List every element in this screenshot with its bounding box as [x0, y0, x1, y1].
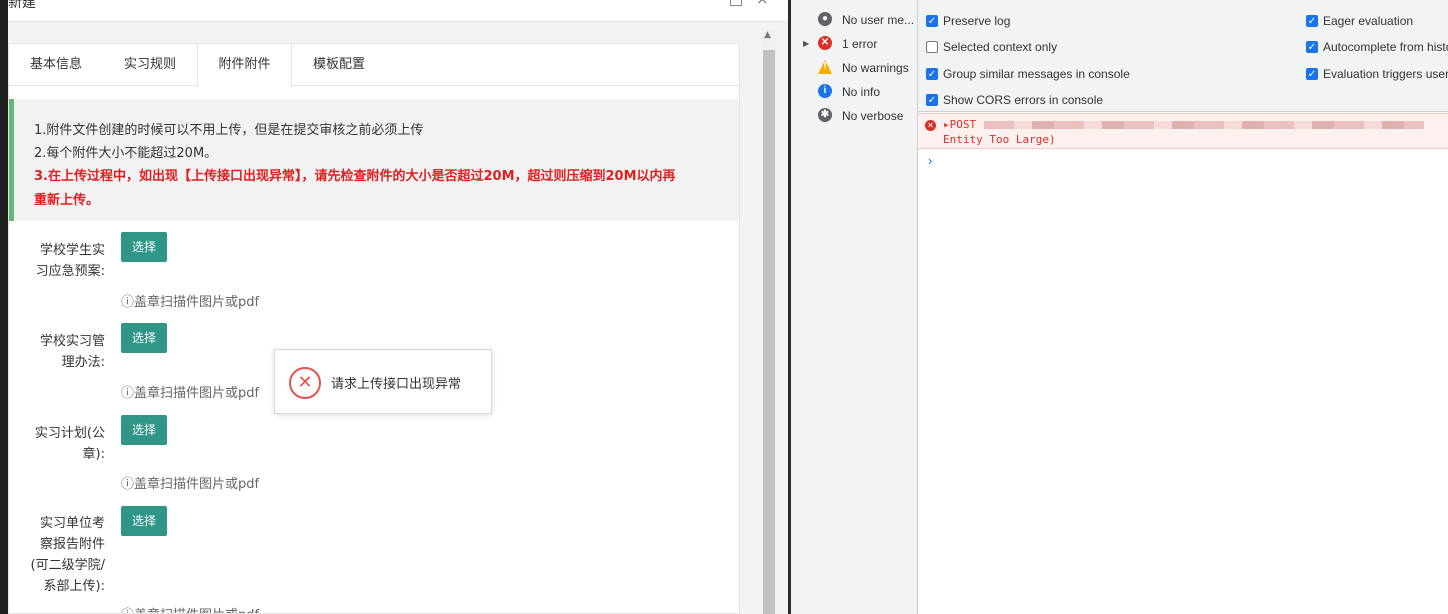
error-message-line: Entity Too Large) [943, 133, 1056, 146]
field-hint: ⓘ盖章扫描件图片或pdf [121, 386, 260, 401]
console-error-row[interactable]: ✕ ▸POST Entity Too Large) [918, 113, 1448, 149]
tab-basic-info[interactable]: 基本信息 [9, 44, 103, 86]
error-icon: ✕ [925, 120, 936, 131]
field-hint: ⓘ盖章扫描件图片或pdf [121, 604, 259, 613]
field-label-inspection-report: 实习单位考 察报告附件 (可二级学院/ 系部上传): [30, 516, 105, 594]
field-label-emergency-plan: 学校学生实 习应急预案: [35, 243, 105, 279]
check-icon: ✓ [1306, 15, 1318, 27]
field-hint: ⓘ盖章扫描件图片或pdf [121, 295, 260, 310]
notice-line-3-cont: 重新上传。 [34, 193, 100, 208]
sidebar-item-user-messages[interactable]: ● No user me... [791, 8, 918, 32]
bug-icon: ✱ [818, 108, 832, 122]
devtools-console: ● No user me... ▶ ✕ 1 error ! No warning… [791, 0, 1448, 614]
check-icon: ✓ [926, 15, 938, 27]
console-output: ✕ ▸POST Entity Too Large) › [918, 113, 1448, 614]
check-icon: ✓ [926, 68, 938, 80]
console-settings: ✓ Preserve log Selected context only ✓ G… [918, 0, 1448, 112]
check-icon: ✓ [926, 94, 938, 106]
notice-line-2: 2.每个附件大小不能超过20M。 [34, 146, 218, 161]
error-toast: ✕ 请求上传接口出现异常 [274, 349, 492, 414]
user-icon: ● [818, 12, 832, 26]
background-edge [0, 0, 8, 614]
field-label-internship-plan: 实习计划(公 章): [34, 426, 105, 462]
tab-attachments[interactable]: 附件附件 [197, 44, 292, 87]
select-file-button[interactable]: 选择 [121, 232, 167, 262]
tab-template-config[interactable]: 模板配置 [292, 44, 386, 86]
select-file-button[interactable]: 选择 [121, 323, 167, 353]
field-hint: ⓘ盖章扫描件图片或pdf [121, 477, 260, 492]
close-circle-icon: ✕ [289, 367, 321, 399]
tab-panel: 基本信息 实习规则 附件附件 模板配置 1.附件文件创建的时候可以不用上传，但是… [8, 43, 740, 614]
error-icon: ✕ [818, 36, 832, 50]
scroll-up-icon[interactable]: ▲ [764, 30, 771, 40]
info-icon: i [818, 84, 832, 98]
sidebar-item-verbose[interactable]: ✱ No verbose [791, 104, 918, 128]
check-icon: ✓ [1306, 68, 1318, 80]
console-prompt-icon[interactable]: › [928, 153, 932, 168]
notice-box: 1.附件文件创建的时候可以不用上传，但是在提交审核之前必须上传 2.每个附件大小… [9, 99, 739, 221]
tab-bar: 基本信息 实习规则 附件附件 模板配置 [9, 44, 739, 87]
select-file-button[interactable]: 选择 [121, 415, 167, 445]
field-label-management-rules: 学校实习管 理办法: [39, 334, 105, 370]
error-request-line: ▸POST [943, 118, 977, 131]
modal-window: 新建 × 基本信息 实习规则 附件附件 模板配置 1.附件文件创建的时候可以不用… [0, 0, 790, 614]
modal-header: 新建 × [8, 0, 790, 22]
tab-internship-rules[interactable]: 实习规则 [103, 44, 197, 86]
check-icon: ✓ [1306, 41, 1318, 53]
notice-line-1: 1.附件文件创建的时候可以不用上传，但是在提交审核之前必须上传 [34, 123, 424, 138]
sidebar-item-info[interactable]: i No info [791, 80, 918, 104]
modal-title: 新建 [8, 0, 36, 11]
toast-message: 请求上传接口出现异常 [331, 377, 462, 392]
maximize-icon[interactable] [730, 0, 742, 6]
console-sidebar: ● No user me... ▶ ✕ 1 error ! No warning… [791, 0, 918, 614]
sidebar-item-warnings[interactable]: ! No warnings [791, 56, 918, 80]
scrollbar-thumb[interactable] [763, 50, 775, 614]
redacted-url [984, 121, 1424, 129]
expand-triangle-icon[interactable]: ▶ [803, 32, 809, 56]
select-file-button[interactable]: 选择 [121, 506, 167, 536]
warning-icon: ! [818, 60, 832, 74]
sidebar-item-errors[interactable]: ▶ ✕ 1 error [791, 32, 918, 56]
notice-line-3: 3.在上传过程中，如出现【上传接口出现异常】，请先检查附件的大小是否超过20M，… [34, 169, 676, 184]
close-icon[interactable]: × [756, 0, 769, 8]
modal-scrollbar[interactable]: ▲ [762, 30, 776, 614]
unchecked-box-icon [926, 41, 938, 53]
